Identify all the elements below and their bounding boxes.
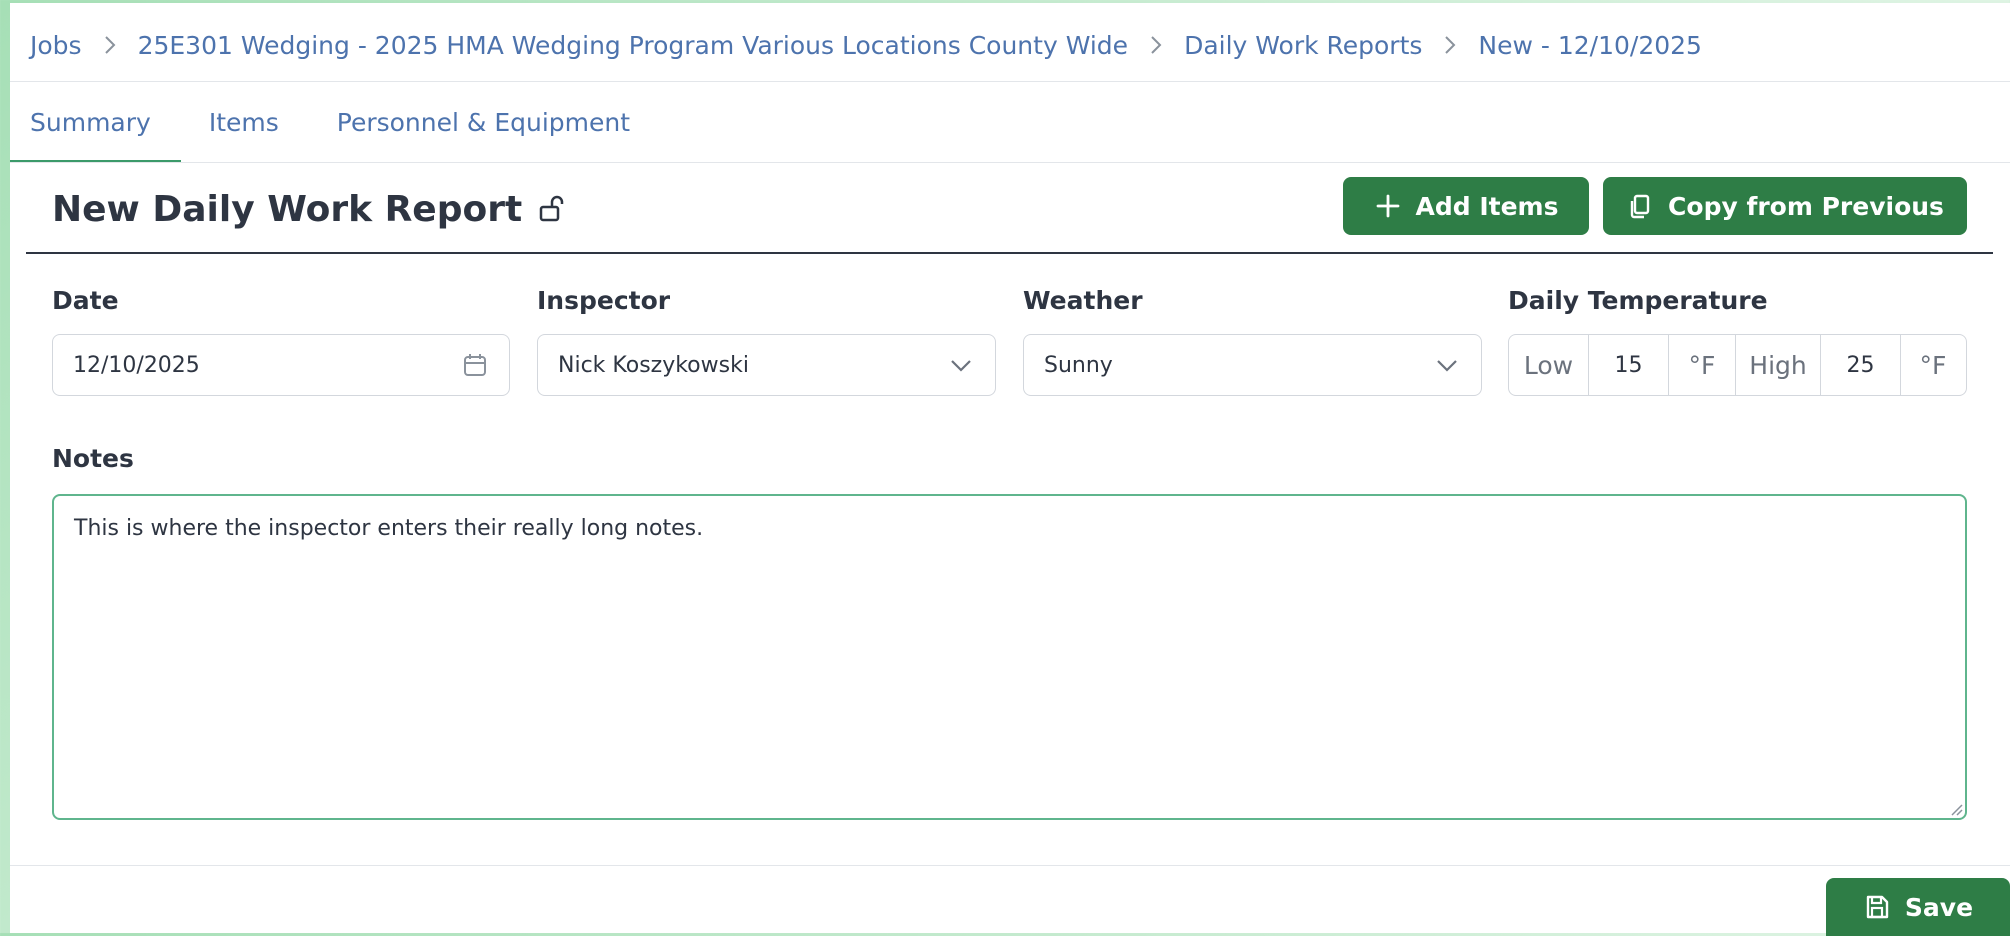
- chevron-right-icon: [100, 33, 120, 57]
- date-field[interactable]: 12/10/2025: [52, 334, 510, 396]
- breadcrumb-daily-work-reports[interactable]: Daily Work Reports: [1184, 31, 1422, 60]
- chevron-right-icon: [1440, 33, 1460, 57]
- chevron-down-icon: [1433, 351, 1461, 379]
- tab-summary[interactable]: Summary: [10, 82, 181, 162]
- tab-bar: Summary Items Personnel & Equipment: [10, 82, 650, 162]
- divider: [10, 865, 2010, 866]
- divider: [10, 162, 2010, 163]
- calendar-icon[interactable]: [461, 351, 489, 379]
- add-items-button[interactable]: Add Items: [1343, 177, 1589, 235]
- inspector-value: Nick Koszykowski: [558, 352, 749, 378]
- copy-from-previous-button[interactable]: Copy from Previous: [1603, 177, 1967, 235]
- tab-label: Items: [208, 107, 279, 137]
- tab-items[interactable]: Items: [181, 82, 307, 162]
- tab-label: Personnel & Equipment: [336, 107, 631, 137]
- tab-personnel-equipment[interactable]: Personnel & Equipment: [307, 82, 650, 162]
- inspector-label: Inspector: [537, 286, 671, 315]
- daily-temperature-label: Daily Temperature: [1508, 286, 1768, 315]
- notes-label: Notes: [52, 444, 134, 473]
- inspector-select[interactable]: Nick Koszykowski: [537, 334, 996, 396]
- breadcrumb-jobs[interactable]: Jobs: [30, 31, 82, 60]
- breadcrumb-job[interactable]: 25E301 Wedging - 2025 HMA Wedging Progra…: [138, 31, 1129, 60]
- breadcrumb-current[interactable]: New - 12/10/2025: [1478, 31, 1702, 60]
- resize-handle-icon[interactable]: [1949, 802, 1963, 816]
- low-temperature-input[interactable]: 15: [1589, 335, 1669, 395]
- unlock-icon[interactable]: [536, 192, 570, 226]
- date-label: Date: [52, 286, 119, 315]
- daily-work-report-panel: Jobs 25E301 Wedging - 2025 HMA Wedging P…: [10, 3, 2010, 936]
- weather-select[interactable]: Sunny: [1023, 334, 1482, 396]
- page-title-text: New Daily Work Report: [52, 188, 523, 230]
- tab-label: Summary: [30, 107, 151, 137]
- copy-from-previous-label: Copy from Previous: [1668, 191, 1944, 221]
- copy-icon: [1630, 194, 1650, 219]
- page-title: New Daily Work Report: [52, 181, 570, 237]
- weather-value: Sunny: [1044, 352, 1113, 378]
- weather-label: Weather: [1023, 286, 1143, 315]
- title-divider: [26, 252, 1993, 254]
- date-value: 12/10/2025: [73, 352, 200, 378]
- chevron-down-icon: [947, 351, 975, 379]
- save-button[interactable]: Save: [1826, 878, 2010, 936]
- notes-textarea[interactable]: This is where the inspector enters their…: [52, 494, 1967, 820]
- daily-temperature-group: Low 15 °F High 25 °F: [1508, 334, 1967, 396]
- breadcrumb: Jobs 25E301 Wedging - 2025 HMA Wedging P…: [30, 25, 1702, 65]
- high-unit-addon: °F: [1919, 350, 1947, 380]
- chevron-right-icon: [1146, 33, 1166, 57]
- low-addon: Low: [1509, 335, 1589, 395]
- save-icon: [1866, 895, 1889, 919]
- high-temperature-input[interactable]: 25: [1821, 335, 1901, 395]
- plus-icon: [1376, 194, 1399, 218]
- low-unit-addon: °F: [1669, 335, 1736, 395]
- high-addon: High: [1736, 335, 1821, 395]
- add-items-label: Add Items: [1415, 191, 1559, 221]
- notes-text: This is where the inspector enters their…: [74, 516, 704, 541]
- save-label: Save: [1904, 892, 1974, 922]
